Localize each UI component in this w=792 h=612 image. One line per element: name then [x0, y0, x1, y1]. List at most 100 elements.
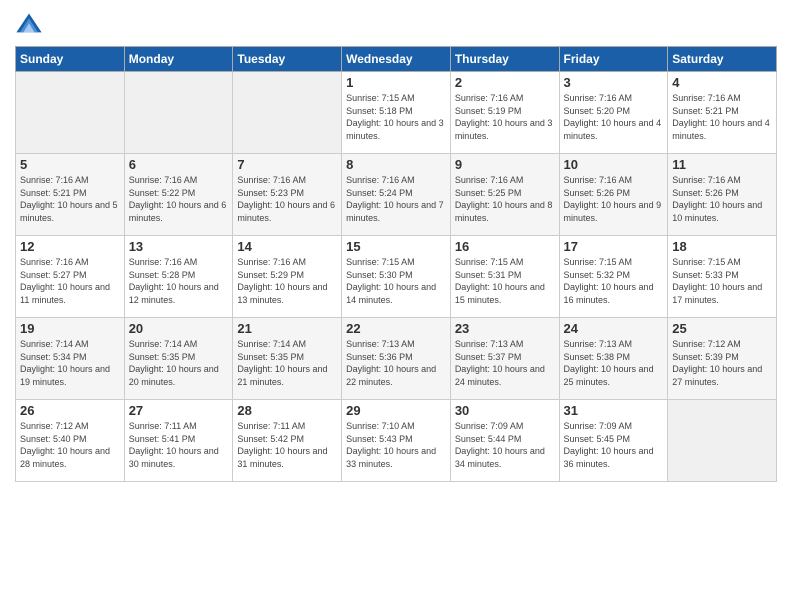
calendar-cell: 28 Sunrise: 7:11 AMSunset: 5:42 PMDayligh… [233, 400, 342, 482]
day-number: 4 [672, 75, 772, 90]
calendar-cell: 21 Sunrise: 7:14 AMSunset: 5:35 PMDayligh… [233, 318, 342, 400]
day-info: Sunrise: 7:16 AMSunset: 5:25 PMDaylight:… [455, 175, 553, 223]
day-number: 5 [20, 157, 120, 172]
day-number: 6 [129, 157, 229, 172]
header-day-friday: Friday [559, 47, 668, 72]
day-number: 24 [564, 321, 664, 336]
calendar-cell: 23Sunrise: 7:13 AMSunset: 5:37 PMDayligh… [450, 318, 559, 400]
day-number: 8 [346, 157, 446, 172]
calendar-cell [124, 72, 233, 154]
calendar-table: SundayMondayTuesdayWednesdayThursdayFrid… [15, 46, 777, 482]
day-info: Sunrise: 7:14 AMSunset: 5:34 PMDaylight:… [20, 339, 110, 387]
calendar-cell: 3 Sunrise: 7:16 AMSunset: 5:20 PMDaylight… [559, 72, 668, 154]
day-info: Sunrise: 7:15 AMSunset: 5:31 PMDaylight:… [455, 257, 545, 305]
calendar-cell: 27Sunrise: 7:11 AMSunset: 5:41 PMDayligh… [124, 400, 233, 482]
calendar-cell: 24 Sunrise: 7:13 AMSunset: 5:38 PMDayligh… [559, 318, 668, 400]
day-number: 28 [237, 403, 337, 418]
day-number: 14 [237, 239, 337, 254]
calendar-cell: 22 Sunrise: 7:13 AMSunset: 5:36 PMDayligh… [342, 318, 451, 400]
calendar-week-4: 19 Sunrise: 7:14 AMSunset: 5:34 PMDayligh… [16, 318, 777, 400]
day-number: 26 [20, 403, 120, 418]
day-number: 12 [20, 239, 120, 254]
header-day-saturday: Saturday [668, 47, 777, 72]
day-number: 3 [564, 75, 664, 90]
day-number: 21 [237, 321, 337, 336]
day-info: Sunrise: 7:16 AMSunset: 5:28 PMDaylight:… [129, 257, 219, 305]
calendar-cell: 6Sunrise: 7:16 AMSunset: 5:22 PMDaylight… [124, 154, 233, 236]
day-number: 27 [129, 403, 229, 418]
day-info: Sunrise: 7:12 AMSunset: 5:40 PMDaylight:… [20, 421, 110, 469]
calendar-week-3: 12 Sunrise: 7:16 AMSunset: 5:27 PMDayligh… [16, 236, 777, 318]
day-number: 9 [455, 157, 555, 172]
calendar-cell [16, 72, 125, 154]
header-day-thursday: Thursday [450, 47, 559, 72]
header-day-monday: Monday [124, 47, 233, 72]
day-info: Sunrise: 7:11 AMSunset: 5:42 PMDaylight:… [237, 421, 327, 469]
day-number: 25 [672, 321, 772, 336]
calendar-week-5: 26 Sunrise: 7:12 AMSunset: 5:40 PMDayligh… [16, 400, 777, 482]
day-number: 15 [346, 239, 446, 254]
logo [15, 10, 45, 38]
day-number: 22 [346, 321, 446, 336]
day-info: Sunrise: 7:16 AMSunset: 5:23 PMDaylight:… [237, 175, 335, 223]
calendar-cell: 7 Sunrise: 7:16 AMSunset: 5:23 PMDaylight… [233, 154, 342, 236]
day-info: Sunrise: 7:15 AMSunset: 5:30 PMDaylight:… [346, 257, 436, 305]
day-info: Sunrise: 7:16 AMSunset: 5:27 PMDaylight:… [20, 257, 110, 305]
day-number: 23 [455, 321, 555, 336]
day-number: 2 [455, 75, 555, 90]
calendar-cell: 9 Sunrise: 7:16 AMSunset: 5:25 PMDaylight… [450, 154, 559, 236]
calendar-cell: 31Sunrise: 7:09 AMSunset: 5:45 PMDayligh… [559, 400, 668, 482]
day-info: Sunrise: 7:14 AMSunset: 5:35 PMDaylight:… [129, 339, 219, 387]
day-info: Sunrise: 7:16 AMSunset: 5:24 PMDaylight:… [346, 175, 444, 223]
day-info: Sunrise: 7:16 AMSunset: 5:26 PMDaylight:… [564, 175, 662, 223]
calendar-header-row: SundayMondayTuesdayWednesdayThursdayFrid… [16, 47, 777, 72]
day-number: 10 [564, 157, 664, 172]
calendar-cell: 16 Sunrise: 7:15 AMSunset: 5:31 PMDayligh… [450, 236, 559, 318]
calendar-cell: 26 Sunrise: 7:12 AMSunset: 5:40 PMDayligh… [16, 400, 125, 482]
day-info: Sunrise: 7:16 AMSunset: 5:26 PMDaylight:… [672, 175, 762, 223]
calendar-cell: 5 Sunrise: 7:16 AMSunset: 5:21 PMDaylight… [16, 154, 125, 236]
header [15, 10, 777, 38]
day-info: Sunrise: 7:15 AMSunset: 5:18 PMDaylight:… [346, 93, 444, 141]
day-info: Sunrise: 7:12 AMSunset: 5:39 PMDaylight:… [672, 339, 762, 387]
calendar-week-1: 1 Sunrise: 7:15 AMSunset: 5:18 PMDaylight… [16, 72, 777, 154]
day-info: Sunrise: 7:16 AMSunset: 5:29 PMDaylight:… [237, 257, 327, 305]
day-number: 16 [455, 239, 555, 254]
calendar-cell: 1 Sunrise: 7:15 AMSunset: 5:18 PMDaylight… [342, 72, 451, 154]
day-info: Sunrise: 7:15 AMSunset: 5:32 PMDaylight:… [564, 257, 654, 305]
calendar-cell: 8 Sunrise: 7:16 AMSunset: 5:24 PMDaylight… [342, 154, 451, 236]
calendar-cell [233, 72, 342, 154]
day-number: 17 [564, 239, 664, 254]
day-info: Sunrise: 7:16 AMSunset: 5:21 PMDaylight:… [672, 93, 770, 141]
day-info: Sunrise: 7:13 AMSunset: 5:38 PMDaylight:… [564, 339, 654, 387]
day-number: 1 [346, 75, 446, 90]
day-info: Sunrise: 7:10 AMSunset: 5:43 PMDaylight:… [346, 421, 436, 469]
calendar-cell: 4 Sunrise: 7:16 AMSunset: 5:21 PMDaylight… [668, 72, 777, 154]
day-number: 20 [129, 321, 229, 336]
day-number: 13 [129, 239, 229, 254]
day-info: Sunrise: 7:16 AMSunset: 5:21 PMDaylight:… [20, 175, 118, 223]
calendar-cell: 30Sunrise: 7:09 AMSunset: 5:44 PMDayligh… [450, 400, 559, 482]
day-info: Sunrise: 7:16 AMSunset: 5:20 PMDaylight:… [564, 93, 662, 141]
calendar-cell: 15 Sunrise: 7:15 AMSunset: 5:30 PMDayligh… [342, 236, 451, 318]
calendar-cell: 18Sunrise: 7:15 AMSunset: 5:33 PMDayligh… [668, 236, 777, 318]
calendar-week-2: 5 Sunrise: 7:16 AMSunset: 5:21 PMDaylight… [16, 154, 777, 236]
day-number: 7 [237, 157, 337, 172]
calendar-cell: 11 Sunrise: 7:16 AMSunset: 5:26 PMDayligh… [668, 154, 777, 236]
day-info: Sunrise: 7:16 AMSunset: 5:19 PMDaylight:… [455, 93, 553, 141]
day-number: 11 [672, 157, 772, 172]
calendar-cell: 14 Sunrise: 7:16 AMSunset: 5:29 PMDayligh… [233, 236, 342, 318]
day-info: Sunrise: 7:09 AMSunset: 5:45 PMDaylight:… [564, 421, 654, 469]
calendar-cell: 2 Sunrise: 7:16 AMSunset: 5:19 PMDaylight… [450, 72, 559, 154]
calendar-cell [668, 400, 777, 482]
day-number: 29 [346, 403, 446, 418]
calendar-cell: 13 Sunrise: 7:16 AMSunset: 5:28 PMDayligh… [124, 236, 233, 318]
header-day-wednesday: Wednesday [342, 47, 451, 72]
day-info: Sunrise: 7:13 AMSunset: 5:36 PMDaylight:… [346, 339, 436, 387]
day-info: Sunrise: 7:15 AMSunset: 5:33 PMDaylight:… [672, 257, 762, 305]
calendar-cell: 17 Sunrise: 7:15 AMSunset: 5:32 PMDayligh… [559, 236, 668, 318]
calendar-cell: 20 Sunrise: 7:14 AMSunset: 5:35 PMDayligh… [124, 318, 233, 400]
day-number: 19 [20, 321, 120, 336]
day-number: 30 [455, 403, 555, 418]
day-info: Sunrise: 7:14 AMSunset: 5:35 PMDaylight:… [237, 339, 327, 387]
